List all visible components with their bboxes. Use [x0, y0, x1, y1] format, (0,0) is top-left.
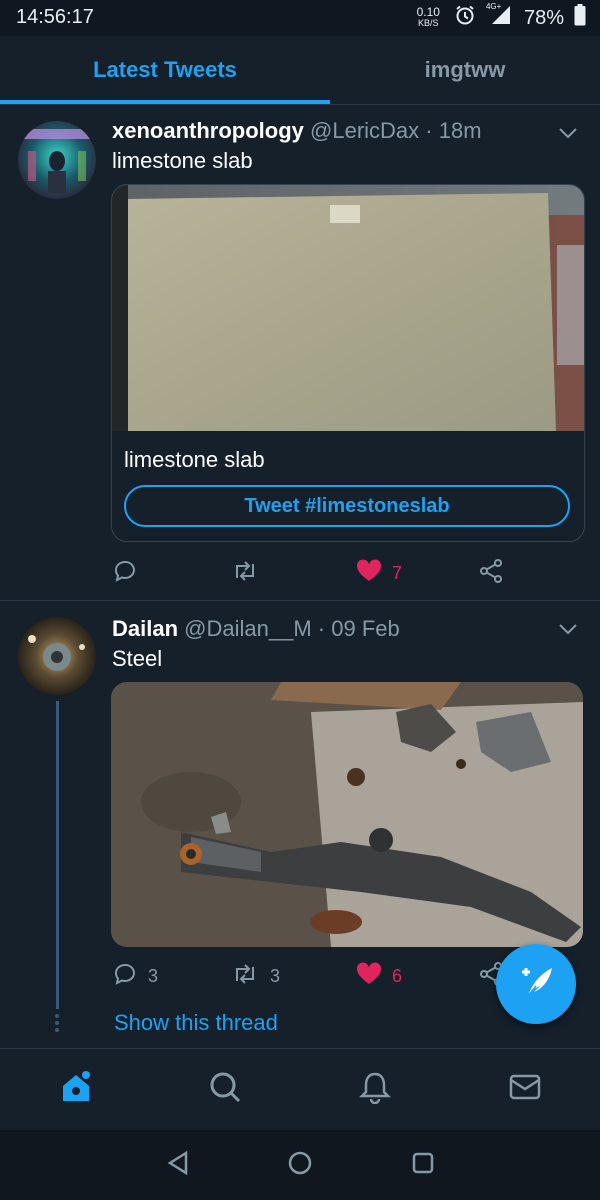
thread-line	[56, 701, 59, 1009]
avatar[interactable]	[18, 617, 96, 695]
share-button[interactable]	[478, 557, 504, 589]
status-bar: 14:56:17 0.10 KB/S 4G+ 78%	[0, 0, 600, 36]
show-thread-link[interactable]: Show this thread	[114, 1010, 278, 1036]
compose-feather-icon	[514, 960, 558, 1009]
tab-imgtww[interactable]: imgtww	[330, 36, 600, 104]
home-icon	[58, 1069, 94, 1110]
chevron-down-icon[interactable]	[556, 617, 580, 641]
battery-percent: 78%	[523, 6, 564, 29]
tweet-text: limestone slab	[112, 148, 253, 173]
net-speed-value: 0.10	[416, 5, 440, 19]
reply-icon	[112, 961, 138, 992]
tweet-text: Steel	[112, 646, 163, 671]
thread-dots	[54, 1013, 60, 1033]
user-handle[interactable]: @Dailan__M	[184, 616, 312, 641]
bottom-navigation	[0, 1048, 600, 1131]
avatar[interactable]	[18, 121, 96, 199]
network-type: 4G+	[485, 2, 502, 11]
heart-filled-icon	[356, 961, 382, 991]
tweet-header: Dailan @Dailan__M · 09 Feb	[112, 616, 400, 642]
retweet-button[interactable]: 3	[230, 960, 280, 992]
retweet-button[interactable]	[230, 557, 270, 589]
tweet[interactable]: xenoanthropology @LericDax · 18m limesto…	[0, 105, 600, 601]
system-home-button[interactable]	[285, 1150, 315, 1180]
signal-icon: 4G+	[485, 2, 514, 32]
user-handle[interactable]: @LericDax	[310, 118, 419, 143]
system-navigation-bar	[0, 1130, 600, 1200]
nav-search-button[interactable]	[205, 1069, 245, 1109]
timeline-tabs: Latest Tweets imgtww	[0, 36, 600, 105]
reply-button[interactable]: 3	[112, 960, 158, 992]
like-button[interactable]: 7	[356, 557, 402, 589]
retweet-icon	[230, 961, 260, 992]
heart-filled-icon	[356, 558, 382, 588]
tweet-time: 18m	[438, 118, 482, 143]
status-icons: 0.10 KB/S 4G+ 78%	[416, 2, 586, 32]
notifications-icon	[358, 1070, 392, 1109]
tweet-actions: 3 3 6	[112, 960, 512, 992]
tweet-hashtag-button[interactable]: Tweet #limestoneslab	[124, 485, 570, 527]
reply-button[interactable]	[112, 557, 148, 589]
active-tab-indicator	[0, 100, 330, 104]
recents-square-icon	[410, 1150, 436, 1181]
card-title: limestone slab	[124, 447, 265, 472]
system-back-button[interactable]	[164, 1150, 194, 1180]
compose-tweet-button[interactable]	[496, 944, 576, 1024]
system-recents-button[interactable]	[408, 1150, 438, 1180]
nav-home-button[interactable]	[56, 1069, 96, 1109]
alarm-icon	[454, 4, 476, 32]
reply-icon	[112, 558, 138, 589]
search-icon	[208, 1070, 242, 1109]
nav-messages-button[interactable]	[505, 1069, 545, 1109]
separator-dot: ·	[425, 118, 433, 143]
share-icon	[478, 558, 504, 589]
retweet-count: 3	[270, 965, 281, 986]
back-triangle-icon	[166, 1150, 192, 1181]
tweet-card[interactable]: limestone slab Tweet #limestoneslab	[111, 184, 585, 542]
tweet-header: xenoanthropology @LericDax · 18m	[112, 118, 482, 144]
tab-latest-tweets[interactable]: Latest Tweets	[0, 36, 330, 104]
home-circle-icon	[287, 1150, 313, 1181]
like-button[interactable]: 6	[356, 960, 402, 992]
status-time: 14:56:17	[16, 6, 94, 28]
display-name[interactable]: xenoanthropology	[112, 118, 304, 143]
retweet-icon	[230, 558, 260, 589]
nav-notifications-button[interactable]	[355, 1069, 395, 1109]
like-count: 6	[392, 965, 403, 986]
tweet-image[interactable]	[111, 682, 583, 947]
net-speed: 0.10 KB/S	[416, 5, 440, 29]
card-image[interactable]	[112, 185, 584, 431]
messages-icon	[508, 1072, 542, 1107]
like-count: 7	[392, 562, 403, 583]
reply-count: 3	[148, 965, 159, 986]
net-speed-unit: KB/S	[418, 18, 439, 28]
display-name[interactable]: Dailan	[112, 616, 178, 641]
separator-dot: ·	[317, 616, 326, 641]
tweet-actions: 7	[112, 557, 512, 589]
battery-icon	[574, 4, 586, 32]
tweet-time: 09 Feb	[331, 616, 400, 641]
chevron-down-icon[interactable]	[556, 121, 580, 145]
